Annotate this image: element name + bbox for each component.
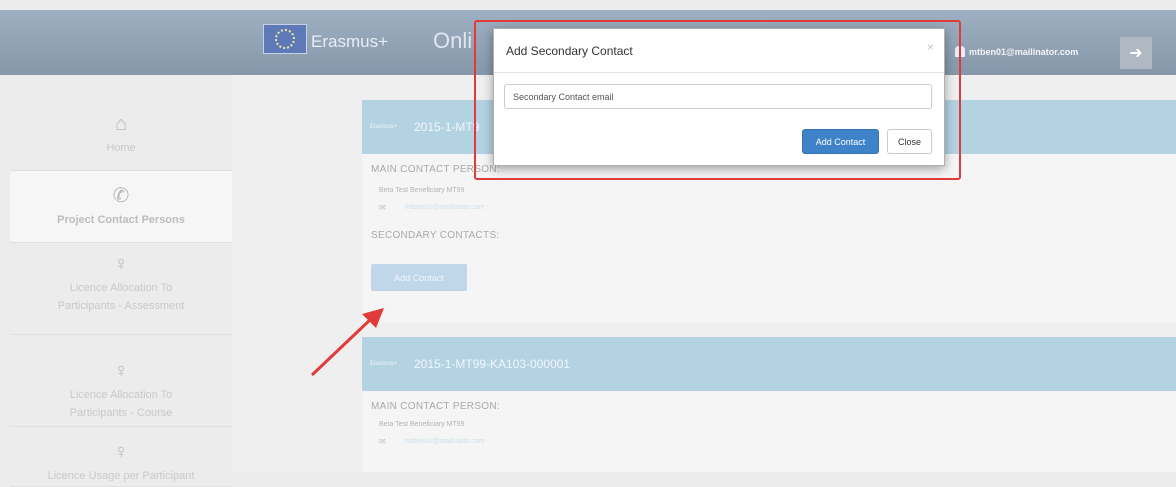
project-panel: Erasmus+ 2015-1-MT99-KA103-000001 MAIN C… [362,337,1176,472]
sidebar-item-licence-course[interactable]: ♀ Licence Allocation To Participants - C… [10,335,232,427]
sidebar-item-project-contact-persons[interactable]: ✆ Project Contact Persons [10,171,232,243]
contact-email-link[interactable]: mtben01@mailinator.com [405,438,484,445]
award-icon: ♀ [113,441,129,463]
add-secondary-contact-modal: Add Secondary Contact × Add Contact Clos… [493,28,945,166]
app-title: Onli [433,28,473,53]
brand-name: Erasmus+ [311,32,388,51]
secondary-contacts-title: SECONDARY CONTACTS: [371,230,500,241]
sidebar: ⌂ Home ✆ Project Contact Persons ♀ Licen… [0,75,232,487]
contact-email-link[interactable]: mtben01@mailinator.com [405,204,484,211]
sidebar-item-label: Project Contact Persons [57,214,185,226]
close-button[interactable]: Close [887,129,932,154]
eu-flag-logo [263,24,307,54]
contact-name: Beta Test Beneficiary MT99 [379,187,465,194]
close-icon[interactable]: × [927,40,934,54]
sidebar-item-label: Licence Allocation To Participants - Ass… [57,282,185,312]
user-email: mtben01@mailinator.com [969,46,1079,57]
add-contact-submit-button[interactable]: Add Contact [802,129,879,154]
main-contact-title: MAIN CONTACT PERSON: [371,401,500,412]
annotation-arrow [310,308,384,377]
envelope-icon: ✉ [379,437,386,446]
sidebar-item-licence-assessment[interactable]: ♀ Licence Allocation To Participants - A… [10,243,232,335]
sidebar-item-licence-usage[interactable]: ♀ Licence Usage per Participant [10,427,232,487]
secondary-contact-email-input[interactable] [504,84,932,109]
logout-icon: ➜ [1129,45,1143,62]
sidebar-item-label: Licence Usage per Participant [47,470,195,482]
program-label: Erasmus+ [370,124,398,130]
phone-icon: ✆ [112,185,130,207]
contact-email-row: ✉ mtben01@mailinator.com [379,437,1176,446]
project-id: 2015-1-MT99-KA103-000001 [414,357,571,371]
envelope-icon: ✉ [379,203,386,212]
user-icon [955,46,965,57]
home-icon: ⌂ [114,113,128,135]
modal-title: Add Secondary Contact [506,44,633,58]
user-menu[interactable]: mtben01@mailinator.com [955,46,1078,57]
sidebar-item-home[interactable]: ⌂ Home [10,75,232,171]
modal-divider [494,72,944,73]
sidebar-item-label: Licence Allocation To Participants - Cou… [69,389,173,419]
project-header[interactable]: Erasmus+ 2015-1-MT99-KA103-000001 [362,337,1176,391]
logout-button[interactable]: ➜ [1120,37,1152,69]
add-contact-button[interactable]: Add Contact [371,264,467,291]
contact-name: Beta Test Beneficiary MT99 [379,421,465,428]
award-icon: ♀ [113,253,129,275]
sidebar-item-label: Home [106,142,136,154]
project-id: 2015-1-MT9 [414,120,480,134]
award-icon: ♀ [113,360,129,382]
contact-email-row: ✉ mtben01@mailinator.com [379,203,1176,212]
